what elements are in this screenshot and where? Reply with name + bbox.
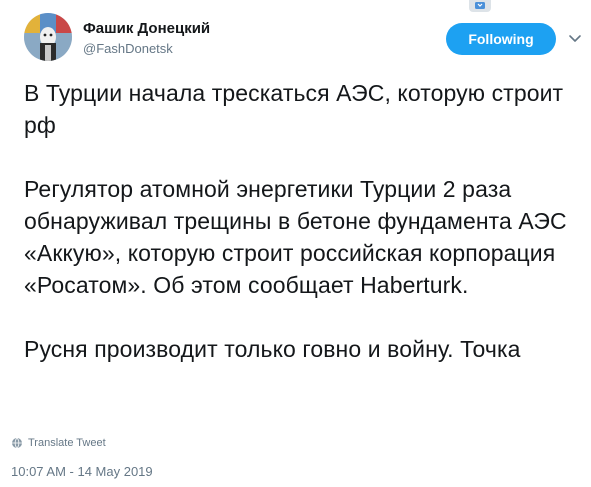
tweet-paragraph: Регулятор атомной энергетики Турции 2 ра… (24, 176, 567, 298)
user-info[interactable]: Фашик Донецкий @FashDonetsk (83, 19, 210, 58)
globe-icon (12, 437, 22, 449)
translate-tweet-link[interactable]: Translate Tweet (11, 437, 106, 449)
translate-label[interactable]: Translate Tweet (28, 437, 106, 449)
avatar[interactable] (24, 13, 72, 61)
extension-icon[interactable] (469, 0, 491, 12)
tweet-header: Фашик Донецкий @FashDonetsk Following (14, 0, 581, 78)
tweet-paragraph: В Турции начала трескаться АЭС, которую … (24, 80, 564, 138)
avatar-image (24, 13, 72, 61)
tweet-timestamp[interactable]: 10:07 AM - 14 May 2019 (11, 464, 153, 479)
tweet-paragraph: Русня производит только говно и войну. Т… (24, 336, 521, 362)
chevron-down-icon[interactable] (567, 32, 583, 46)
user-handle[interactable]: @FashDonetsk (83, 40, 210, 58)
following-button[interactable]: Following (446, 23, 556, 55)
display-name[interactable]: Фашик Донецкий (83, 19, 210, 38)
tweet-text: В Турции начала трескаться АЭС, которую … (24, 77, 574, 365)
tweet-card: Фашик Донецкий @FashDonetsk Following В … (0, 0, 591, 487)
